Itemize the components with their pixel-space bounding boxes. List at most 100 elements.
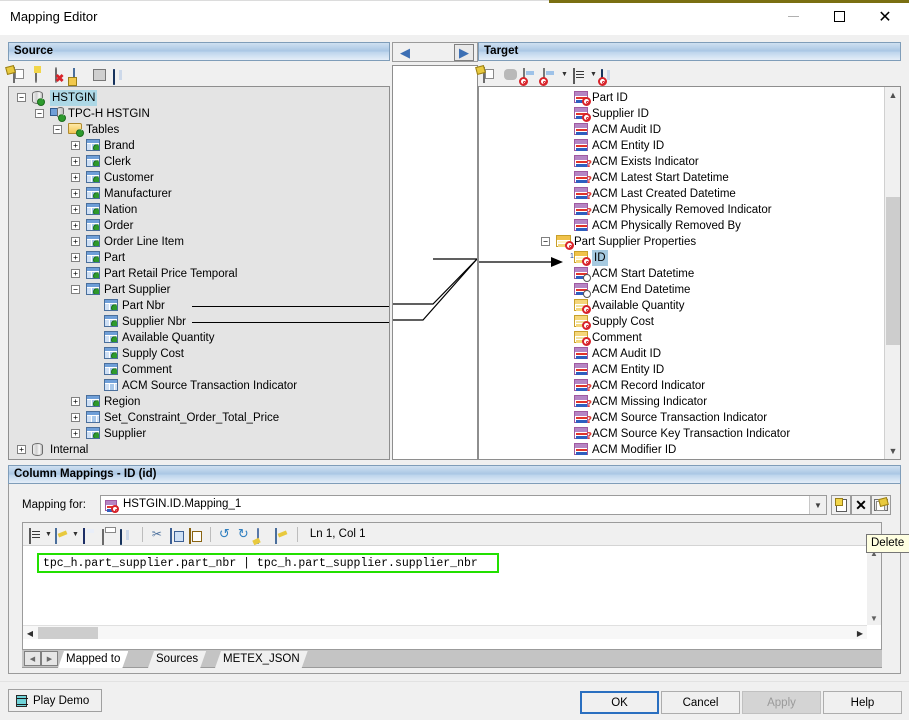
tree-item[interactable]: ACM Source Transaction Indicator (9, 378, 389, 394)
filter-caret-down-icon[interactable]: ▼ (590, 71, 597, 78)
tab-metex-json[interactable]: METEX_JSON (215, 651, 308, 668)
tree-expander-expand-icon[interactable]: + (17, 445, 26, 454)
tree-item[interactable]: − Tables (9, 122, 389, 138)
scroll-down-icon[interactable]: ▼ (867, 611, 881, 625)
scroll-up-icon[interactable]: ▲ (885, 87, 900, 103)
tree-expander-collapse-icon[interactable]: − (71, 285, 80, 294)
tree-expander-collapse-icon[interactable]: − (17, 93, 26, 102)
maximize-button[interactable] (816, 0, 862, 33)
tree-item[interactable]: + Customer (9, 170, 389, 186)
tree-expander-expand-icon[interactable]: + (71, 237, 80, 246)
new-mapping-button[interactable] (831, 495, 851, 515)
expression-editor[interactable]: ▼ ▼ ✂ ↺ ↻ Ln 1, Col 1 tpc_h.part_supplie… (22, 522, 882, 650)
tree-item[interactable]: + Set_Constraint_Order_Total_Price (9, 410, 389, 426)
tree-item[interactable]: − Part Supplier Properties (479, 234, 900, 250)
tree-item[interactable]: − HSTGIN (9, 90, 389, 106)
tree-item[interactable]: − Part Supplier (9, 282, 389, 298)
paste-icon[interactable] (187, 526, 204, 544)
source-tree[interactable]: −HSTGIN−TPC-H HSTGIN−Tables+Brand+Clerk+… (8, 86, 390, 460)
edit-mapping-button[interactable] (871, 495, 891, 515)
tree-expander-expand-icon[interactable]: + (71, 253, 80, 262)
scroll-left-icon[interactable]: ◀ (23, 626, 37, 640)
find-target-icon[interactable] (597, 66, 617, 86)
cancel-button[interactable]: Cancel (661, 691, 740, 714)
tree-expander-expand-icon[interactable]: + (71, 413, 80, 422)
tree-expander-expand-icon[interactable]: + (71, 157, 80, 166)
tree-item[interactable]: + Part Retail Price Temporal (9, 266, 389, 282)
scrollbar-thumb[interactable] (886, 197, 900, 345)
template-caret-down-icon[interactable]: ▼ (45, 531, 52, 538)
tree-item[interactable]: + Internal (9, 442, 389, 458)
delete-mapping-button[interactable]: ✕ (851, 495, 871, 515)
cut-icon[interactable]: ✂ (149, 526, 166, 543)
expression-edit-icon[interactable] (274, 526, 291, 544)
tree-item[interactable]: ? ACM Latest Start Datetime (479, 170, 900, 186)
edit-menu-icon[interactable] (54, 526, 71, 544)
tree-item[interactable]: + Manufacturer (9, 186, 389, 202)
target-scrollbar[interactable]: ▲ ▼ (884, 87, 900, 459)
find-replace-icon[interactable] (119, 526, 136, 545)
chevron-down-icon[interactable]: ▼ (809, 496, 826, 514)
mapping-select[interactable]: HSTGIN.ID.Mapping_1 ▼ (100, 495, 827, 515)
user-function-icon[interactable] (255, 526, 272, 544)
tree-item[interactable]: ? ACM Missing Indicator (479, 394, 900, 410)
tree-expander-expand-icon[interactable]: + (71, 429, 80, 438)
minimize-button[interactable] (770, 0, 816, 33)
play-demo-button[interactable]: Play Demo (8, 689, 102, 712)
tree-item[interactable]: + Region (9, 394, 389, 410)
tab-prev-button[interactable]: ◀ (24, 651, 41, 666)
tree-item[interactable]: + Order Line Item (9, 234, 389, 250)
save-icon[interactable] (81, 526, 98, 544)
tree-expander-expand-icon[interactable]: + (71, 269, 80, 278)
help-button[interactable]: Help (823, 691, 902, 714)
tree-item[interactable]: Part ID (479, 90, 900, 106)
tree-item[interactable]: ACM Audit ID (479, 346, 900, 362)
tree-item[interactable]: ? ACM Source Transaction Indicator (479, 410, 900, 426)
tree-expander-collapse-icon[interactable]: − (35, 109, 44, 118)
tree-item[interactable]: ACM Entity ID (479, 138, 900, 154)
template-menu-icon[interactable] (27, 526, 44, 544)
tab-sources[interactable]: Sources (148, 651, 206, 668)
close-button[interactable]: ✕ (862, 0, 908, 33)
tree-item[interactable]: ACM Modifier ID (479, 442, 900, 458)
open-target-icon[interactable] (482, 66, 499, 83)
add-object-icon[interactable] (72, 66, 89, 84)
filter-icon[interactable] (571, 66, 588, 84)
tree-item[interactable]: Comment (479, 330, 900, 346)
expression-code-area[interactable]: tpc_h.part_supplier.part_nbr | tpc_h.par… (23, 546, 867, 625)
tree-expander-expand-icon[interactable]: + (71, 221, 80, 230)
tree-expander-expand-icon[interactable]: + (71, 397, 80, 406)
tree-item[interactable]: Supplier Nbr (9, 314, 389, 330)
tree-expander-expand-icon[interactable]: + (71, 205, 80, 214)
tree-item[interactable]: ACM Entity ID (479, 362, 900, 378)
map-right-arrow-icon[interactable]: ▶ (454, 44, 474, 61)
copy-icon[interactable] (168, 526, 185, 544)
tree-item[interactable]: Available Quantity (9, 330, 389, 346)
remove-database-icon[interactable]: ✖ (52, 66, 69, 84)
tab-mapped-to[interactable]: Mapped to (58, 651, 128, 668)
tree-item[interactable]: ? ACM Physically Removed Indicator (479, 202, 900, 218)
auto-map-options-caret-down-icon[interactable]: ▼ (561, 71, 568, 78)
tree-item[interactable]: + Order (9, 218, 389, 234)
tree-item[interactable]: ACM Audit ID (479, 122, 900, 138)
tree-expander-expand-icon[interactable]: + (71, 141, 80, 150)
tree-item[interactable]: Part Nbr (9, 298, 389, 314)
tree-expander-expand-icon[interactable]: + (71, 189, 80, 198)
tree-item[interactable]: Available Quantity (479, 298, 900, 314)
editor-horizontal-scrollbar[interactable]: ◀ ▶ (23, 625, 867, 639)
scroll-right-icon[interactable]: ▶ (853, 626, 867, 640)
tab-next-button[interactable]: ▶ (41, 651, 58, 666)
tree-item[interactable]: Supplier ID (479, 106, 900, 122)
hscrollbar-thumb[interactable] (38, 627, 98, 639)
add-database-icon[interactable] (32, 65, 49, 83)
tree-item[interactable]: Comment (9, 362, 389, 378)
scroll-down-icon[interactable]: ▼ (885, 443, 900, 459)
ok-button[interactable]: OK (580, 691, 659, 714)
group-icon[interactable] (502, 66, 519, 83)
tree-item[interactable]: ? ACM Last Created Datetime (479, 186, 900, 202)
auto-map-icon[interactable] (519, 66, 539, 86)
tree-expander-collapse-icon[interactable]: − (541, 237, 550, 246)
tree-item[interactable]: ? ACM Exists Indicator (479, 154, 900, 170)
tree-item[interactable]: ACM End Datetime (479, 282, 900, 298)
find-icon[interactable] (112, 66, 129, 85)
